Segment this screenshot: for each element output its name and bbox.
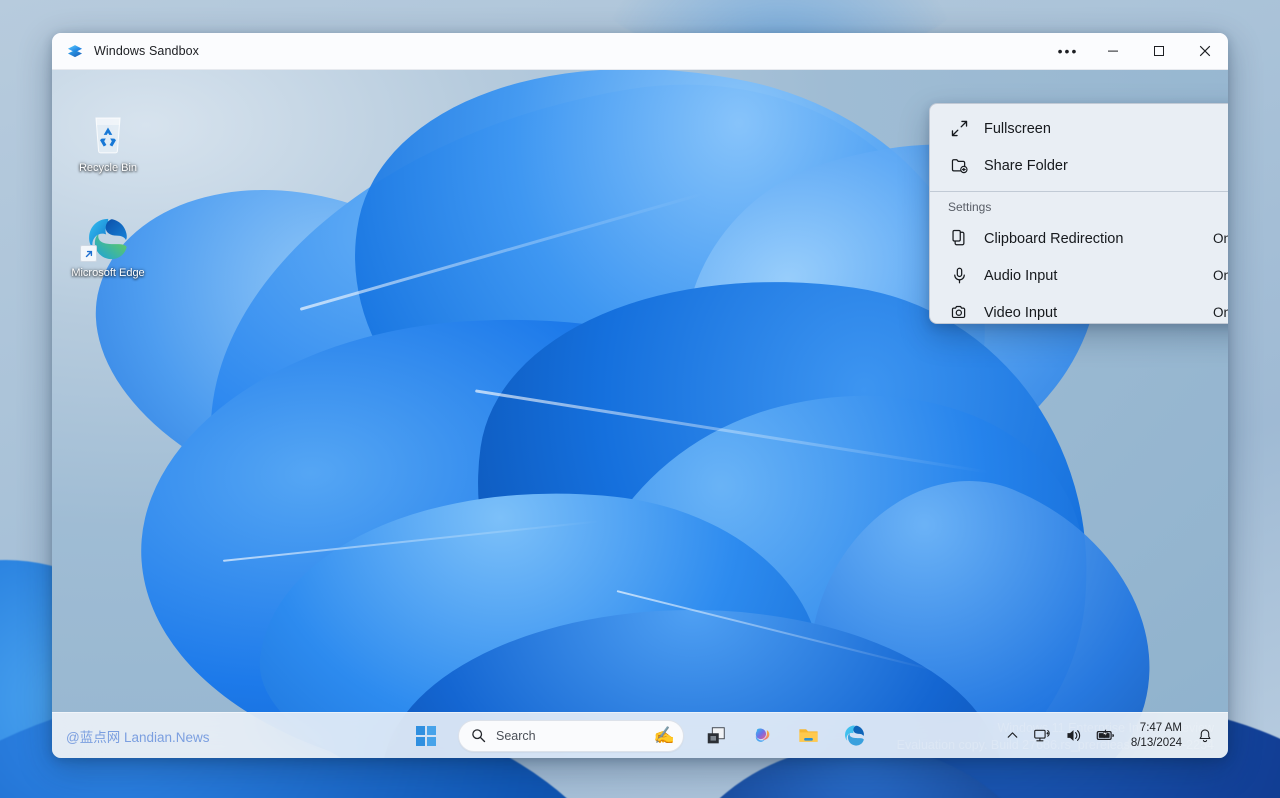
task-view-button[interactable] xyxy=(696,716,736,756)
folder-icon xyxy=(798,729,818,742)
search-input[interactable]: Search xyxy=(496,729,654,743)
minimize-icon xyxy=(1108,50,1118,52)
toggle-state-label: On xyxy=(1212,231,1228,246)
edge-icon xyxy=(70,215,146,263)
window-title: Windows Sandbox xyxy=(94,44,200,58)
recycle-bin-icon xyxy=(70,110,146,158)
host-desktop: Windows Sandbox ••• Recycle Bin Microsof… xyxy=(0,0,1280,798)
sandbox-icon xyxy=(67,45,83,58)
maximize-button[interactable] xyxy=(1136,33,1182,70)
writing-hand-icon: ✍️ xyxy=(653,726,675,745)
taskbar-brand-watermark: @蓝点网 Landian.News xyxy=(66,729,210,745)
desktop-icon-recycle-bin[interactable]: Recycle Bin xyxy=(70,110,146,175)
menu-item-label: Clipboard Redirection xyxy=(984,230,1124,247)
task-view-icon xyxy=(707,726,725,743)
volume-button[interactable] xyxy=(1059,717,1088,755)
camera-icon xyxy=(948,302,970,324)
more-options-button[interactable]: ••• xyxy=(1044,33,1090,70)
fullscreen-icon xyxy=(948,118,970,140)
toggle-state-label: On xyxy=(1212,268,1228,283)
battery-button[interactable] xyxy=(1090,717,1121,755)
minimize-button[interactable] xyxy=(1090,33,1136,70)
tray-date: 8/13/2024 xyxy=(1130,736,1182,749)
title-bar[interactable]: Windows Sandbox ••• xyxy=(52,33,1228,70)
clock-button[interactable]: 7:47 AM 8/13/2024 xyxy=(1123,721,1190,751)
options-dropdown-menu: Fullscreen Share Folder Settings Clipboa… xyxy=(929,103,1228,324)
network-icon xyxy=(1033,729,1050,742)
file-explorer-button[interactable] xyxy=(788,716,828,756)
share-folder-icon xyxy=(948,155,970,177)
maximize-icon xyxy=(1154,46,1164,56)
search-box[interactable]: Search ✍️ xyxy=(458,719,684,752)
close-button[interactable] xyxy=(1182,33,1228,70)
shortcut-arrow-icon xyxy=(80,245,97,262)
windows-sandbox-window: Windows Sandbox ••• Recycle Bin Microsof… xyxy=(52,33,1228,758)
menu-item-label: Video Input xyxy=(984,304,1058,321)
desktop-icon-label: Recycle Bin xyxy=(78,162,138,174)
desktop-icon-label: Microsoft Edge xyxy=(71,267,145,279)
microphone-icon xyxy=(948,265,970,287)
network-button[interactable] xyxy=(1028,717,1057,755)
tray-expand-button[interactable] xyxy=(1000,717,1026,755)
menu-item-label: Share Folder xyxy=(984,157,1068,174)
clipboard-icon xyxy=(948,228,970,250)
taskbar: @蓝点网 Landian.News Search ✍️ 7:47 AM 8/13… xyxy=(52,712,1228,758)
menu-item-clipboard-redirection[interactable]: Clipboard Redirection On xyxy=(930,220,1228,257)
copilot-icon xyxy=(755,728,769,742)
tray-time: 7:47 AM xyxy=(1139,721,1182,734)
menu-item-label: Fullscreen xyxy=(984,120,1051,137)
system-tray: 7:47 AM 8/13/2024 xyxy=(1000,717,1218,755)
ellipsis-icon: ••• xyxy=(1057,43,1079,59)
start-button[interactable] xyxy=(406,716,446,756)
menu-item-label: Audio Input xyxy=(984,267,1058,284)
toggle-state-label: On xyxy=(1212,305,1228,320)
edge-button[interactable] xyxy=(834,716,874,756)
menu-item-audio-input[interactable]: Audio Input On xyxy=(930,257,1228,294)
menu-item-video-input[interactable]: Video Input On xyxy=(930,294,1228,324)
notification-bell-icon xyxy=(1199,728,1211,742)
menu-item-fullscreen[interactable]: Fullscreen xyxy=(930,110,1228,147)
close-icon xyxy=(1199,45,1211,57)
chevron-up-icon xyxy=(1007,732,1018,738)
windows-logo-icon xyxy=(416,725,436,746)
taskbar-center-group: Search ✍️ xyxy=(406,716,874,756)
battery-icon xyxy=(1096,729,1114,740)
menu-item-share-folder[interactable]: Share Folder xyxy=(930,147,1228,184)
edge-icon xyxy=(844,725,864,746)
menu-section-title: Settings xyxy=(948,200,992,214)
volume-icon xyxy=(1067,730,1080,741)
desktop-icon-microsoft-edge[interactable]: Microsoft Edge xyxy=(70,215,146,280)
search-icon xyxy=(472,729,486,743)
menu-separator xyxy=(930,191,1228,192)
notification-button[interactable] xyxy=(1192,717,1218,755)
copilot-button[interactable] xyxy=(742,716,782,756)
